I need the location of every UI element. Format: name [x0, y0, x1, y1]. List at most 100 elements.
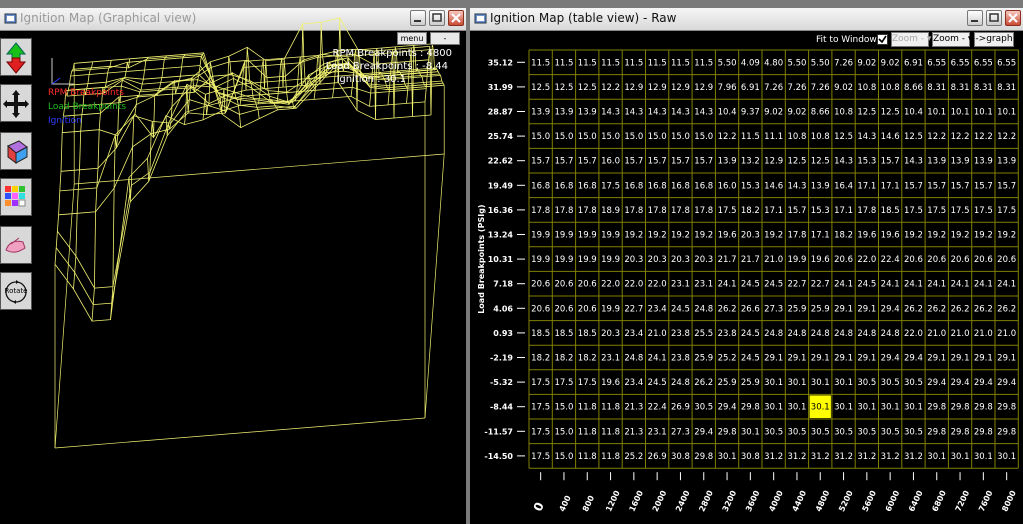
table-cell[interactable]: 29.8 — [718, 427, 737, 437]
table-cell[interactable]: 26.2 — [694, 378, 713, 388]
table-cell[interactable]: 31.2 — [881, 452, 900, 462]
table-cell[interactable]: 31.2 — [857, 452, 876, 462]
table-cell[interactable]: 20.3 — [648, 255, 667, 265]
table-cell[interactable]: 15.0 — [554, 132, 573, 142]
table-cell[interactable]: 8.31 — [927, 83, 946, 93]
table-cell[interactable]: 29.4 — [881, 354, 900, 364]
table-cell[interactable]: 17.8 — [648, 206, 667, 216]
table-cell[interactable]: 20.3 — [601, 329, 620, 339]
table-cell[interactable]: 22.7 — [787, 280, 806, 290]
table-cell[interactable]: 30.1 — [811, 378, 830, 388]
table-cell[interactable]: 24.1 — [927, 280, 946, 290]
table-cell[interactable]: 30.1 — [881, 403, 900, 413]
table-cell[interactable]: 17.5 — [578, 378, 597, 388]
table-cell[interactable]: 15.7 — [974, 181, 993, 191]
table-cell[interactable]: 26.2 — [951, 304, 970, 314]
to-table-button[interactable]: ->table — [430, 32, 460, 54]
table-cell[interactable]: 30.8 — [671, 452, 690, 462]
table-cell[interactable]: 16.4 — [834, 181, 853, 191]
table-cell[interactable]: 29.8 — [741, 403, 760, 413]
table-cell[interactable]: 12.2 — [601, 83, 620, 93]
table-cell[interactable]: 22.0 — [601, 280, 620, 290]
table-cell[interactable]: 14.3 — [834, 157, 853, 167]
table-cell[interactable]: 8.66 — [904, 83, 923, 93]
table-cell[interactable]: 18.2 — [531, 354, 550, 364]
table-cell[interactable]: 13.9 — [554, 108, 573, 118]
table-cell[interactable]: 22.4 — [648, 403, 667, 413]
tool-pan[interactable] — [0, 84, 32, 122]
table-cell[interactable]: 12.5 — [811, 157, 830, 167]
table-cell[interactable]: 29.4 — [718, 403, 737, 413]
table-cell[interactable]: 24.1 — [904, 280, 923, 290]
table-cell[interactable]: 24.1 — [881, 280, 900, 290]
table-cell[interactable]: 15.7 — [904, 181, 923, 191]
table-cell[interactable]: 29.4 — [881, 304, 900, 314]
table-cell[interactable]: 12.5 — [578, 83, 597, 93]
table-cell[interactable]: 29.1 — [974, 354, 993, 364]
table-cell[interactable]: 12.9 — [694, 83, 713, 93]
table-cell[interactable]: 25.2 — [624, 452, 643, 462]
table-cell[interactable]: 15.7 — [881, 157, 900, 167]
table-cell[interactable]: 30.5 — [904, 427, 923, 437]
table-cell[interactable]: 11.5 — [554, 58, 573, 68]
table-cell[interactable]: 15.7 — [554, 157, 573, 167]
table-cell[interactable]: 15.7 — [624, 157, 643, 167]
table-cell[interactable]: 12.5 — [787, 157, 806, 167]
table-cell[interactable]: 14.3 — [624, 108, 643, 118]
table-cell[interactable]: 12.9 — [648, 83, 667, 93]
table-cell[interactable]: 19.2 — [624, 231, 643, 241]
table-cell[interactable]: 10.1 — [997, 108, 1016, 118]
table-cell[interactable]: 10.8 — [811, 132, 830, 142]
table-cell[interactable]: 12.2 — [997, 132, 1016, 142]
table-cell[interactable]: 8.66 — [811, 108, 830, 118]
table-cell[interactable]: 30.5 — [787, 427, 806, 437]
table-cell[interactable]: 11.8 — [601, 403, 620, 413]
table-cell[interactable]: 31.2 — [834, 452, 853, 462]
table-cell[interactable]: 30.1 — [811, 403, 830, 413]
table-cell[interactable]: 23.8 — [671, 329, 690, 339]
table-cell[interactable]: 10.8 — [787, 132, 806, 142]
table-cell[interactable]: 14.3 — [857, 132, 876, 142]
table-cell[interactable]: 13.9 — [718, 157, 737, 167]
table-cell[interactable]: 25.9 — [811, 304, 830, 314]
table-cell[interactable]: 12.2 — [974, 132, 993, 142]
table-cell[interactable]: 19.6 — [601, 378, 620, 388]
table-cell[interactable]: 19.2 — [927, 231, 946, 241]
table-cell[interactable]: 14.6 — [881, 132, 900, 142]
table-cell[interactable]: 24.8 — [624, 354, 643, 364]
table-cell[interactable]: 29.8 — [997, 403, 1016, 413]
table-cell[interactable]: 30.1 — [741, 427, 760, 437]
table-cell[interactable]: 22.4 — [881, 255, 900, 265]
table-cell[interactable]: 29.4 — [904, 354, 923, 364]
table-cell[interactable]: 7.96 — [718, 83, 737, 93]
table-cell[interactable]: 12.5 — [834, 132, 853, 142]
table-cell[interactable]: 30.5 — [857, 427, 876, 437]
table-cell[interactable]: 17.5 — [974, 206, 993, 216]
table-cell[interactable]: 15.0 — [601, 132, 620, 142]
table-cell[interactable]: 19.2 — [951, 231, 970, 241]
table-cell[interactable]: 24.1 — [997, 280, 1016, 290]
table-cell[interactable]: 20.6 — [554, 280, 573, 290]
table-cell[interactable]: 23.1 — [671, 280, 690, 290]
table-cell[interactable]: 12.2 — [718, 132, 737, 142]
table-cell[interactable]: 13.9 — [974, 157, 993, 167]
table-cell[interactable]: 13.9 — [997, 157, 1016, 167]
table-cell[interactable]: 11.8 — [601, 452, 620, 462]
table-cell[interactable]: 15.7 — [694, 157, 713, 167]
table-cell[interactable]: 19.2 — [997, 231, 1016, 241]
table-cell[interactable]: 7.26 — [834, 58, 853, 68]
table-cell[interactable]: 20.6 — [578, 304, 597, 314]
table-cell[interactable]: 27.3 — [671, 427, 690, 437]
table-cell[interactable]: 9.37 — [741, 108, 760, 118]
table-cell[interactable]: 26.9 — [671, 403, 690, 413]
table-cell[interactable]: 23.1 — [694, 280, 713, 290]
table-cell[interactable]: 12.9 — [671, 83, 690, 93]
table-cell[interactable]: 11.5 — [648, 58, 667, 68]
table-cell[interactable]: 20.6 — [834, 255, 853, 265]
table-cell[interactable]: 20.6 — [578, 280, 597, 290]
table-cell[interactable]: 19.9 — [601, 304, 620, 314]
table-cell[interactable]: 6.91 — [741, 83, 760, 93]
table-cell[interactable]: 13.9 — [578, 108, 597, 118]
table-cell[interactable]: 15.0 — [578, 132, 597, 142]
table-cell[interactable]: 6.91 — [904, 58, 923, 68]
